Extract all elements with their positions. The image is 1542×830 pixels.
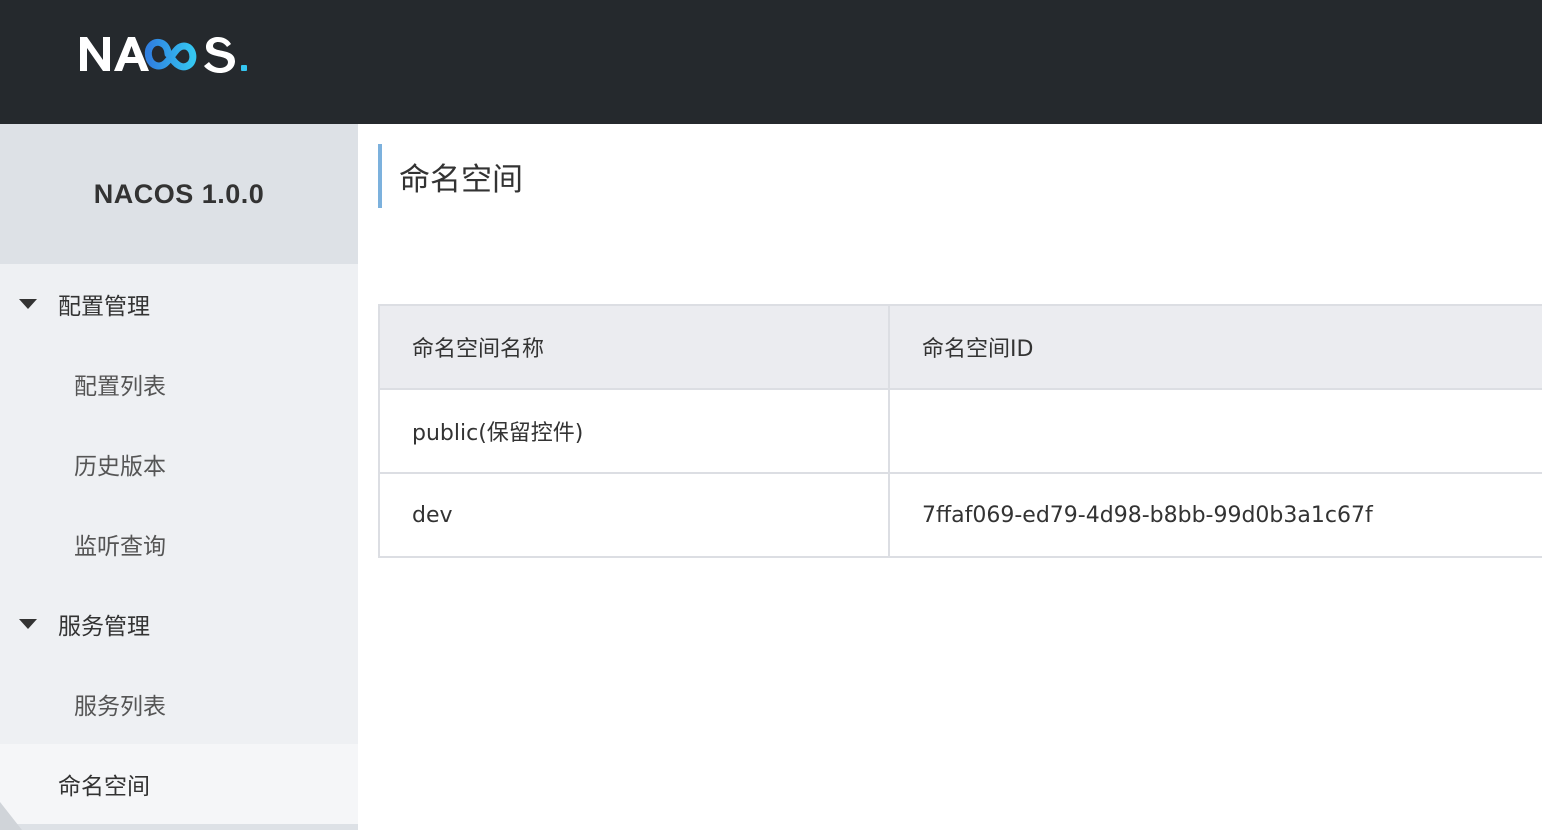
- nacos-logo-icon: [80, 37, 247, 73]
- caret-down-icon: [19, 619, 37, 629]
- column-header-namespace-id: 命名空间ID: [888, 304, 1542, 390]
- sidebar: NACOS 1.0.0 配置管理 配置列表 历史版本 监听查询 服务管理 服务列…: [0, 124, 358, 830]
- column-header-namespace-name: 命名空间名称: [378, 304, 890, 390]
- table-row: public(保留控件): [378, 388, 1542, 474]
- caret-down-icon: [19, 299, 37, 309]
- main-content: 命名空间 命名空间名称 命名空间ID public(保留控件) dev 7ffa…: [358, 124, 1542, 830]
- table-header-row: 命名空间名称 命名空间ID: [378, 304, 1542, 390]
- nacos-logo[interactable]: [76, 28, 272, 78]
- namespace-name-cell: public(保留控件): [378, 388, 890, 474]
- sidebar-item-namespace[interactable]: 命名空间: [0, 744, 358, 824]
- sidebar-item-history-version[interactable]: 历史版本: [0, 424, 358, 504]
- sidebar-group-label: 服务管理: [58, 614, 150, 640]
- namespace-name-cell: dev: [378, 472, 890, 558]
- sidebar-footer: [0, 824, 358, 830]
- sidebar-item-listener-query[interactable]: 监听查询: [0, 504, 358, 584]
- sidebar-group-config-management[interactable]: 配置管理: [0, 264, 358, 344]
- collapse-handle-icon[interactable]: [0, 802, 22, 830]
- sidebar-item-service-list[interactable]: 服务列表: [0, 664, 358, 744]
- sidebar-item-config-list[interactable]: 配置列表: [0, 344, 358, 424]
- sidebar-title: NACOS 1.0.0: [0, 124, 358, 264]
- namespace-id-cell: [888, 388, 1542, 474]
- sidebar-group-label: 配置管理: [58, 294, 150, 320]
- sidebar-group-service-management[interactable]: 服务管理: [0, 584, 358, 664]
- namespace-table: 命名空间名称 命名空间ID public(保留控件) dev 7ffaf069-…: [378, 304, 1542, 558]
- namespace-id-cell: 7ffaf069-ed79-4d98-b8bb-99d0b3a1c67f: [888, 472, 1542, 558]
- page-title: 命名空间: [378, 144, 523, 208]
- top-header: [0, 0, 1542, 124]
- table-row: dev 7ffaf069-ed79-4d98-b8bb-99d0b3a1c67f: [378, 472, 1542, 558]
